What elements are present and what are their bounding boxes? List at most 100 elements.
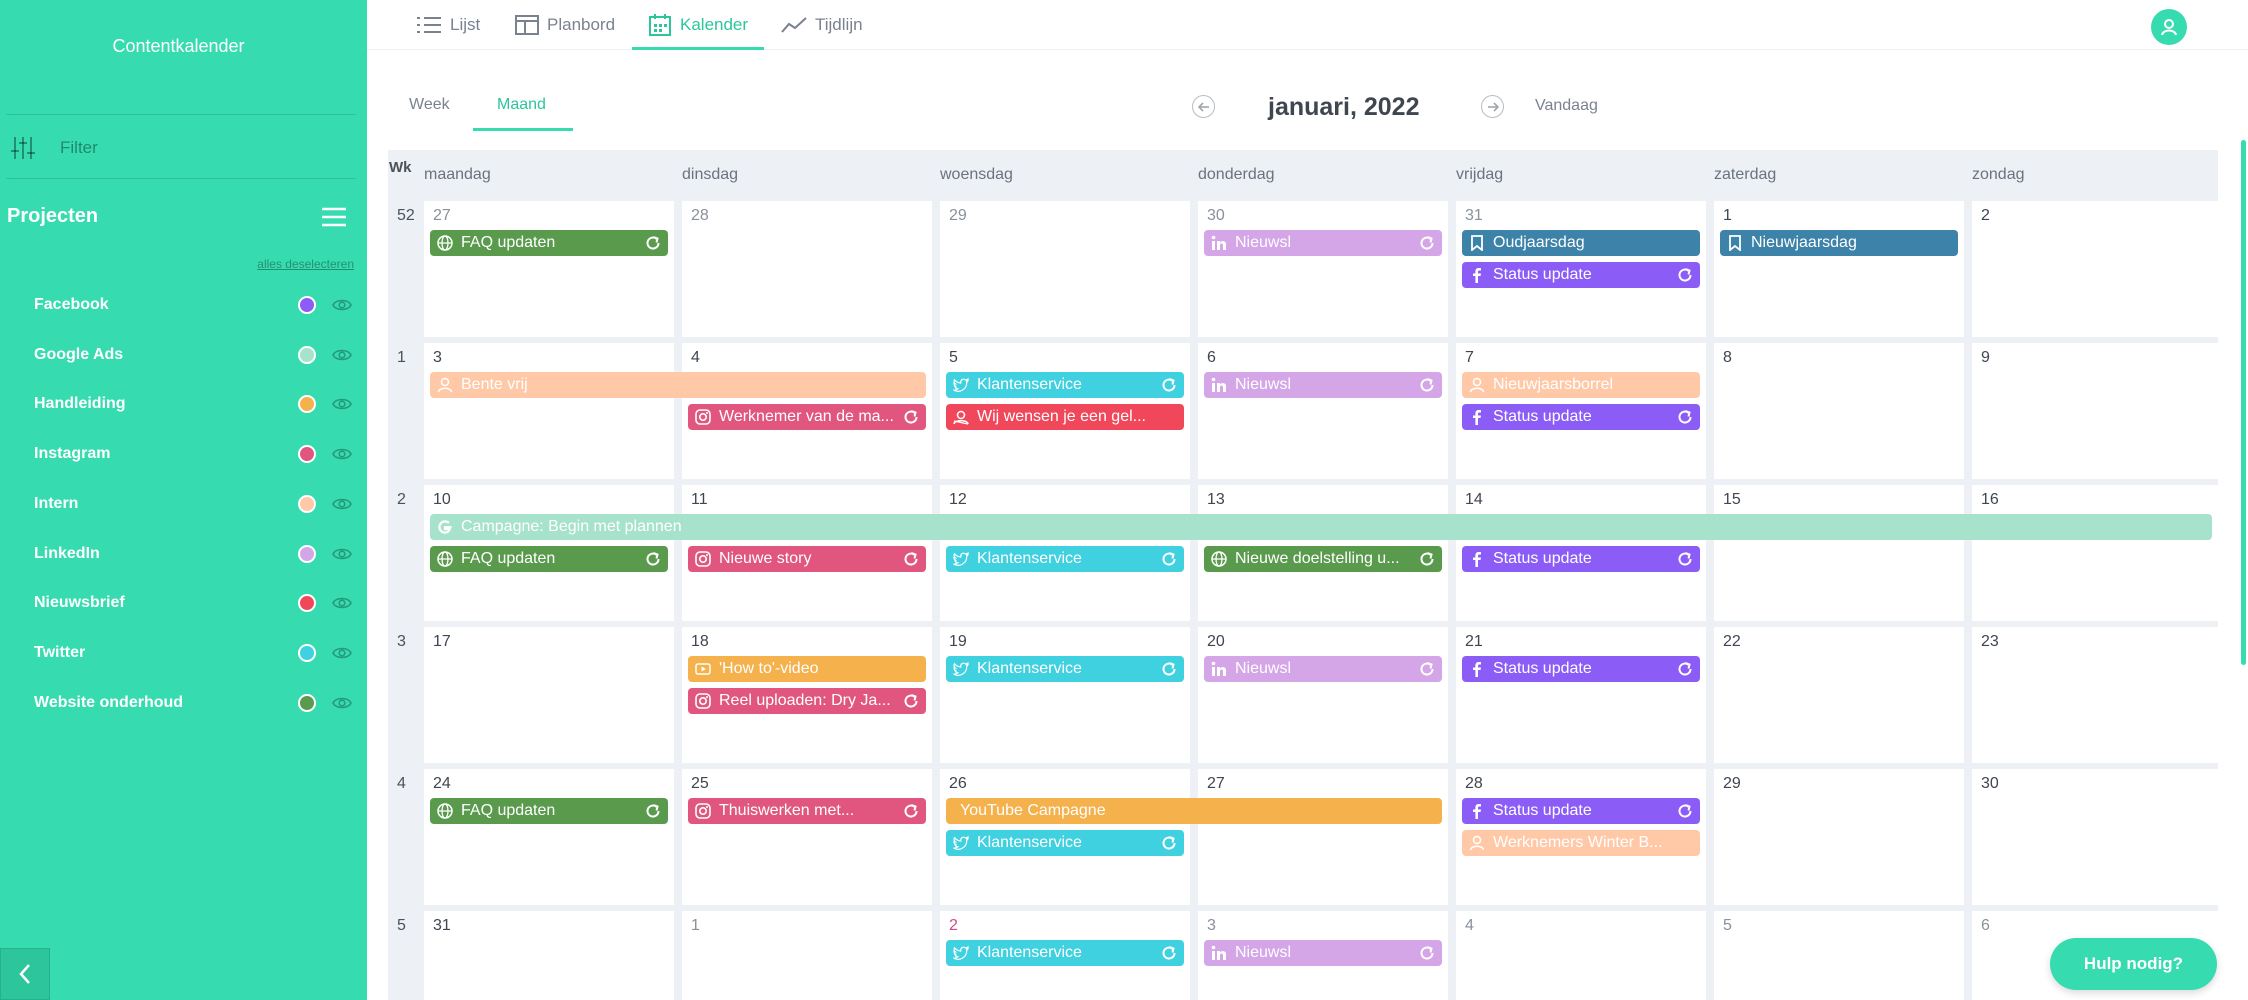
day-cell[interactable]: 19	[940, 627, 1190, 763]
calendar-event[interactable]: Klantenservice	[946, 830, 1184, 856]
calendar-event[interactable]: Nieuwe doelstelling u...	[1204, 546, 1442, 572]
calendar-event[interactable]: FAQ updaten	[430, 798, 668, 824]
calendar-event[interactable]: Campagne: Begin met plannen	[430, 514, 2212, 540]
eye-icon[interactable]	[332, 497, 352, 511]
day-cell[interactable]: 4	[1456, 911, 1706, 1000]
scrollbar-thumb[interactable]	[2241, 140, 2246, 665]
project-item-nieuwsbrief[interactable]: Nieuwsbrief	[34, 588, 352, 618]
user-avatar[interactable]	[2151, 9, 2187, 45]
day-cell[interactable]: 31	[424, 911, 674, 1000]
project-item-intern[interactable]: Intern	[34, 489, 352, 519]
day-number: 1	[691, 917, 700, 934]
tab-lijst[interactable]: Lijst	[416, 0, 480, 50]
tab-planbord[interactable]: Planbord	[515, 0, 615, 50]
calendar-event[interactable]: Reel uploaden: Dry Ja...	[688, 688, 926, 714]
day-cell[interactable]: 21	[1456, 627, 1706, 763]
day-cell[interactable]: 27	[1198, 769, 1448, 905]
eye-icon[interactable]	[332, 447, 352, 461]
calendar-event[interactable]: Nieuwsl	[1204, 230, 1442, 256]
calendar-event[interactable]: Nieuwjaarsdag	[1720, 230, 1958, 256]
calendar-event[interactable]: Klantenservice	[946, 546, 1184, 572]
day-cell[interactable]: 23	[1972, 627, 2218, 763]
calendar-event[interactable]: Oudjaarsdag	[1462, 230, 1700, 256]
tab-kalender[interactable]: Kalender	[631, 0, 765, 50]
calendar-event[interactable]: 'How to'-video	[688, 656, 926, 682]
calendar-event[interactable]: FAQ updaten	[430, 546, 668, 572]
day-cell[interactable]: 29	[1714, 769, 1964, 905]
day-cell[interactable]: 30	[1198, 201, 1448, 337]
project-item-handleiding[interactable]: Handleiding	[34, 389, 352, 419]
day-cell[interactable]: 5	[1714, 911, 1964, 1000]
view-tab-maand[interactable]: Maand	[497, 96, 546, 114]
day-cell[interactable]: 15	[1714, 485, 1964, 621]
day-cell[interactable]: 20	[1198, 627, 1448, 763]
calendar-event[interactable]: Klantenservice	[946, 656, 1184, 682]
eye-icon[interactable]	[332, 646, 352, 660]
day-number: 15	[1723, 491, 1741, 508]
calendar-event[interactable]: Klantenservice	[946, 940, 1184, 966]
project-item-instagram[interactable]: Instagram	[34, 439, 352, 469]
calendar-event[interactable]: Status update	[1462, 546, 1700, 572]
day-cell[interactable]: 3	[424, 343, 674, 479]
calendar-event[interactable]: Thuiswerken met...	[688, 798, 926, 824]
view-tab-week[interactable]: Week	[409, 96, 450, 114]
eye-icon[interactable]	[332, 547, 352, 561]
today-button[interactable]: Vandaag	[1535, 97, 1598, 115]
eye-icon[interactable]	[332, 596, 352, 610]
project-item-linkedin[interactable]: LinkedIn	[34, 539, 352, 569]
project-item-facebook[interactable]: Facebook	[34, 290, 352, 320]
calendar-event[interactable]: Nieuwsl	[1204, 940, 1442, 966]
calendar-event[interactable]: YouTube Campagne	[946, 798, 1442, 824]
calendar-event[interactable]: Nieuwe story	[688, 546, 926, 572]
day-number: 19	[949, 633, 967, 650]
day-cell[interactable]: 22	[1714, 627, 1964, 763]
day-cell[interactable]: 2	[1972, 201, 2218, 337]
day-cell[interactable]: 28	[682, 201, 932, 337]
filter-button[interactable]: Filter	[10, 132, 98, 164]
deselect-all-link[interactable]: alles deselecteren	[257, 257, 354, 271]
next-month-button[interactable]	[1481, 95, 1504, 118]
event-label: Werknemers Winter B...	[1493, 834, 1663, 851]
calendar-event[interactable]: Wij wensen je een gel...	[946, 404, 1184, 430]
day-cell[interactable]: 1	[682, 911, 932, 1000]
arrow-right-icon	[1487, 101, 1499, 112]
eye-icon[interactable]	[332, 696, 352, 710]
day-cell[interactable]: 27	[424, 201, 674, 337]
tab-tijdlijn[interactable]: Tijdlijn	[781, 0, 863, 50]
calendar-event[interactable]: Bente vrij	[430, 372, 926, 398]
day-cell[interactable]: 29	[940, 201, 1190, 337]
hamburger-menu-icon[interactable]	[320, 205, 348, 229]
collapse-sidebar-button[interactable]	[0, 948, 50, 1000]
calendar-event[interactable]: Status update	[1462, 404, 1700, 430]
day-cell[interactable]: 9	[1972, 343, 2218, 479]
previous-month-button[interactable]	[1192, 95, 1215, 118]
project-item-twitter[interactable]: Twitter	[34, 638, 352, 668]
project-color-dot	[298, 445, 316, 464]
calendar-event[interactable]: FAQ updaten	[430, 230, 668, 256]
day-cell[interactable]: 24	[424, 769, 674, 905]
calendar-event[interactable]: Werknemer van de ma...	[688, 404, 926, 430]
calendar-event[interactable]: Nieuwjaarsborrel	[1462, 372, 1700, 398]
calendar-event[interactable]: Nieuwsl	[1204, 372, 1442, 398]
eye-icon[interactable]	[332, 397, 352, 411]
day-cell[interactable]: 30	[1972, 769, 2218, 905]
day-cell[interactable]: 1	[1714, 201, 1964, 337]
calendar-event[interactable]: Klantenservice	[946, 372, 1184, 398]
day-cell[interactable]: 6	[1198, 343, 1448, 479]
calendar-event[interactable]: Nieuwsl	[1204, 656, 1442, 682]
day-cell[interactable]: 16	[1972, 485, 2218, 621]
calendar-event[interactable]: Status update	[1462, 262, 1700, 288]
eye-icon[interactable]	[332, 298, 352, 312]
project-item-website-onderhoud[interactable]: Website onderhoud	[34, 688, 352, 718]
calendar-event[interactable]: Status update	[1462, 656, 1700, 682]
twitter-icon	[953, 661, 970, 677]
day-cell[interactable]: 8	[1714, 343, 1964, 479]
project-item-google-ads[interactable]: Google Ads	[34, 340, 352, 370]
day-cell[interactable]: 25	[682, 769, 932, 905]
help-button[interactable]: Hulp nodig?	[2050, 938, 2217, 990]
day-cell[interactable]: 17	[424, 627, 674, 763]
eye-icon[interactable]	[332, 348, 352, 362]
event-label: FAQ updaten	[461, 234, 556, 251]
calendar-event[interactable]: Status update	[1462, 798, 1700, 824]
calendar-event[interactable]: Werknemers Winter B...	[1462, 830, 1700, 856]
